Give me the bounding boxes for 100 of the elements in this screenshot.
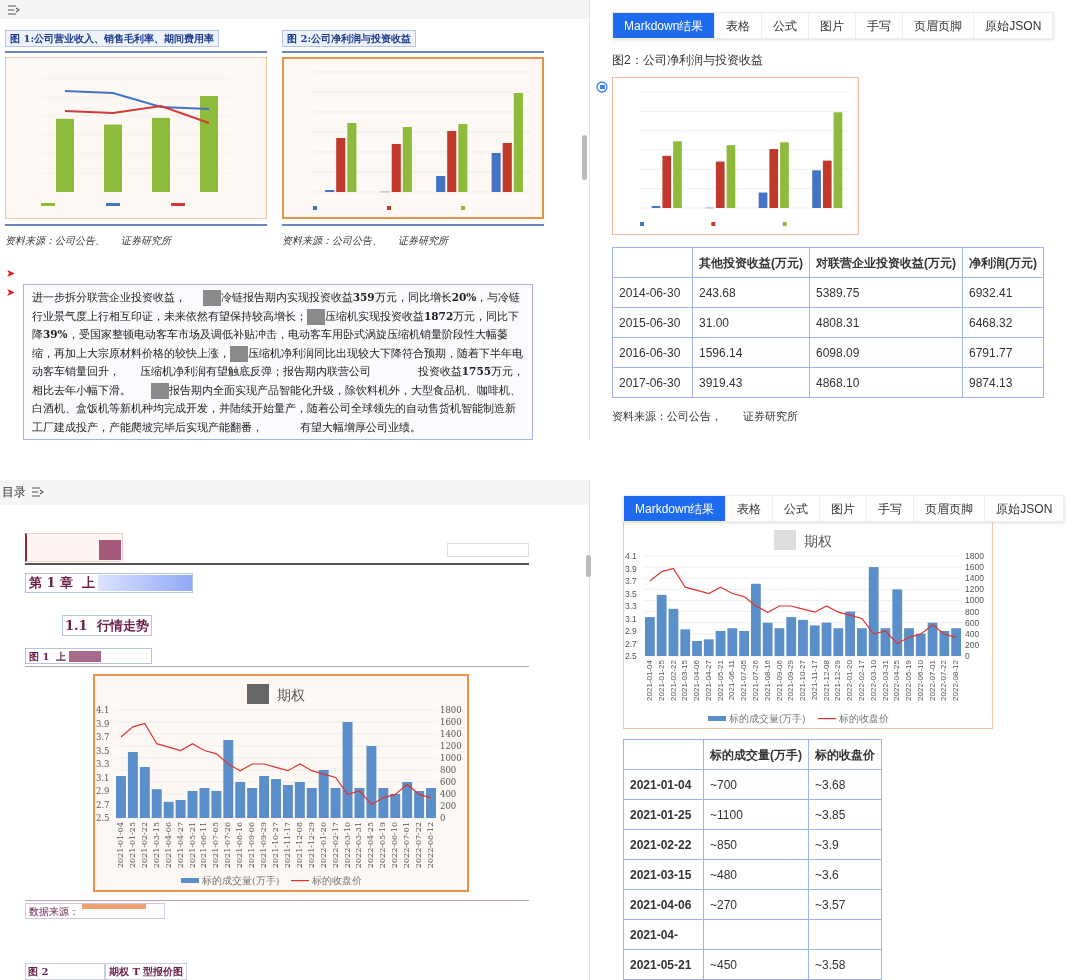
- axis-tick-label: 0: [440, 813, 446, 823]
- bar: [939, 631, 950, 656]
- axis-tick-label: 4.1: [96, 705, 110, 715]
- tab[interactable]: 页眉页脚: [914, 496, 986, 521]
- axis-date-label: 2021-12-08: [821, 660, 831, 701]
- table-cell: ~270: [703, 889, 809, 920]
- axis-date-label: 2022-08-12: [426, 822, 436, 869]
- axis-tick-label: 2.7: [96, 799, 110, 810]
- axis-date-label: 2021-07-05: [211, 822, 221, 869]
- axis-tick-label: 800: [440, 765, 457, 775]
- axis-date-label: 2022-01-20: [845, 660, 855, 701]
- axis-date-label: 2022-03-31: [880, 660, 890, 701]
- chart-title: 期权: [277, 687, 305, 703]
- axis-tick-label: 200: [440, 801, 457, 811]
- scrollbar-thumb[interactable]: [582, 135, 587, 180]
- axis-tick-label: 2.9: [625, 626, 637, 636]
- scrollbar-thumb[interactable]: [586, 555, 591, 577]
- toolbar-title: 目录: [2, 484, 26, 502]
- bar: [811, 170, 821, 208]
- row-label-cell: 2021-01-04: [623, 769, 704, 800]
- legend-swatch: [710, 222, 715, 226]
- table-cell: ~3.6: [808, 859, 882, 890]
- figure-label: 图 2: [25, 963, 105, 980]
- axis-date-label: 2021-09-29: [786, 660, 796, 701]
- legend-label: 标的收盘价: [839, 713, 889, 724]
- bar: [402, 127, 412, 192]
- axis-tick-label: 1000: [440, 753, 462, 763]
- axis-tick-label: 1600: [440, 717, 462, 727]
- table-cell: ~3.9: [808, 829, 882, 860]
- result-heading: 图2：公司净利润与投资收益: [612, 52, 763, 69]
- axis-tick-label: 1400: [440, 729, 462, 739]
- tab[interactable]: Markdown结果: [624, 496, 727, 521]
- tab[interactable]: Markdown结果: [613, 13, 716, 38]
- table-cell: 6468.32: [962, 307, 1044, 338]
- bar: [414, 791, 425, 818]
- table-cell: 31.00: [692, 307, 810, 338]
- tab[interactable]: 图片: [809, 13, 857, 38]
- axis-tick-label: 200: [965, 639, 980, 650]
- axis-tick-label: 1400: [965, 573, 984, 584]
- tab[interactable]: 公式: [762, 13, 810, 38]
- tab[interactable]: 表格: [715, 13, 763, 38]
- bar: [809, 625, 820, 656]
- legend-label: 标的成交量(万手): [202, 875, 280, 886]
- table-cell: 4868.10: [809, 367, 963, 398]
- tab[interactable]: 图片: [820, 496, 868, 521]
- axis-date-label: 2021-09-06: [774, 660, 784, 701]
- table-cell: ~3.68: [808, 769, 882, 800]
- axis-date-label: 2021-11-17: [282, 822, 292, 869]
- axis-date-label: 2021-06-11: [199, 822, 209, 869]
- menu-icon[interactable]: [8, 4, 20, 15]
- axis-date-label: 2021-01-04: [115, 822, 125, 869]
- axis-date-label: 2022-03-31: [354, 822, 364, 869]
- axis-tick-label: 3.3: [625, 601, 637, 611]
- axis-tick-label: 3.5: [625, 588, 637, 599]
- axis-tick-label: 3.7: [625, 576, 637, 586]
- axis-date-label: 2021-09-06: [247, 822, 257, 869]
- figure-title: 图 2:公司净利润与投资收益: [282, 30, 417, 47]
- table-cell: 6932.41: [962, 277, 1044, 308]
- row-label-cell: 2021-04-: [623, 919, 704, 950]
- axis-tick-label: 0: [965, 651, 970, 661]
- axis-date-label: 2021-05-21: [715, 660, 725, 701]
- axis-date-label: 2021-08-16: [235, 822, 245, 869]
- axis-tick-label: 3.1: [625, 613, 637, 624]
- tab[interactable]: 公式: [773, 496, 821, 521]
- axis-tick-label: 400: [965, 628, 980, 639]
- axis-tick-label: 2.5: [96, 813, 110, 823]
- axis-date-label: 2021-03-15: [151, 822, 161, 869]
- tab[interactable]: 页眉页脚: [903, 13, 975, 38]
- axis-tick-label: 1800: [965, 551, 984, 561]
- section-heading: 1.1 行情走势: [62, 614, 152, 636]
- table-cell: ~480: [703, 859, 809, 890]
- legend-swatch: [708, 716, 726, 721]
- source-label: 数据来源：: [28, 905, 80, 919]
- tab[interactable]: 原始JSON: [974, 13, 1054, 38]
- row-label-cell: 2017-06-30: [612, 367, 693, 398]
- legend-swatch: [313, 206, 317, 210]
- tab[interactable]: 表格: [726, 496, 774, 521]
- table-cell: 6098.09: [809, 337, 963, 368]
- table-cell: ~3.57: [808, 889, 882, 920]
- tab[interactable]: 手写: [856, 13, 904, 38]
- bar: [491, 153, 501, 192]
- bullet-marker: ➤: [6, 266, 15, 281]
- column-header: 净利润(万元): [962, 247, 1044, 278]
- tab[interactable]: 手写: [867, 496, 915, 521]
- legend-swatch: [106, 203, 120, 206]
- axis-tick-label: 1800: [440, 705, 462, 715]
- legend-swatch: [782, 222, 787, 226]
- axis-date-label: 2022-03-10: [342, 822, 352, 869]
- redaction-block: [247, 684, 269, 704]
- tab[interactable]: 原始JSON: [985, 496, 1065, 521]
- menu-icon[interactable]: [32, 487, 44, 498]
- bar: [672, 141, 682, 208]
- axis-tick-label: 3.5: [96, 745, 110, 756]
- axis-tick-label: 1000: [965, 595, 984, 606]
- axis-date-label: 2021-03-15: [680, 660, 690, 701]
- redaction-block: [69, 650, 102, 662]
- bar: [739, 631, 749, 656]
- axis-date-label: 2021-02-22: [668, 660, 678, 701]
- axis-date-label: 2022-05-19: [904, 660, 914, 701]
- axis-date-label: 2021-11-17: [809, 660, 819, 701]
